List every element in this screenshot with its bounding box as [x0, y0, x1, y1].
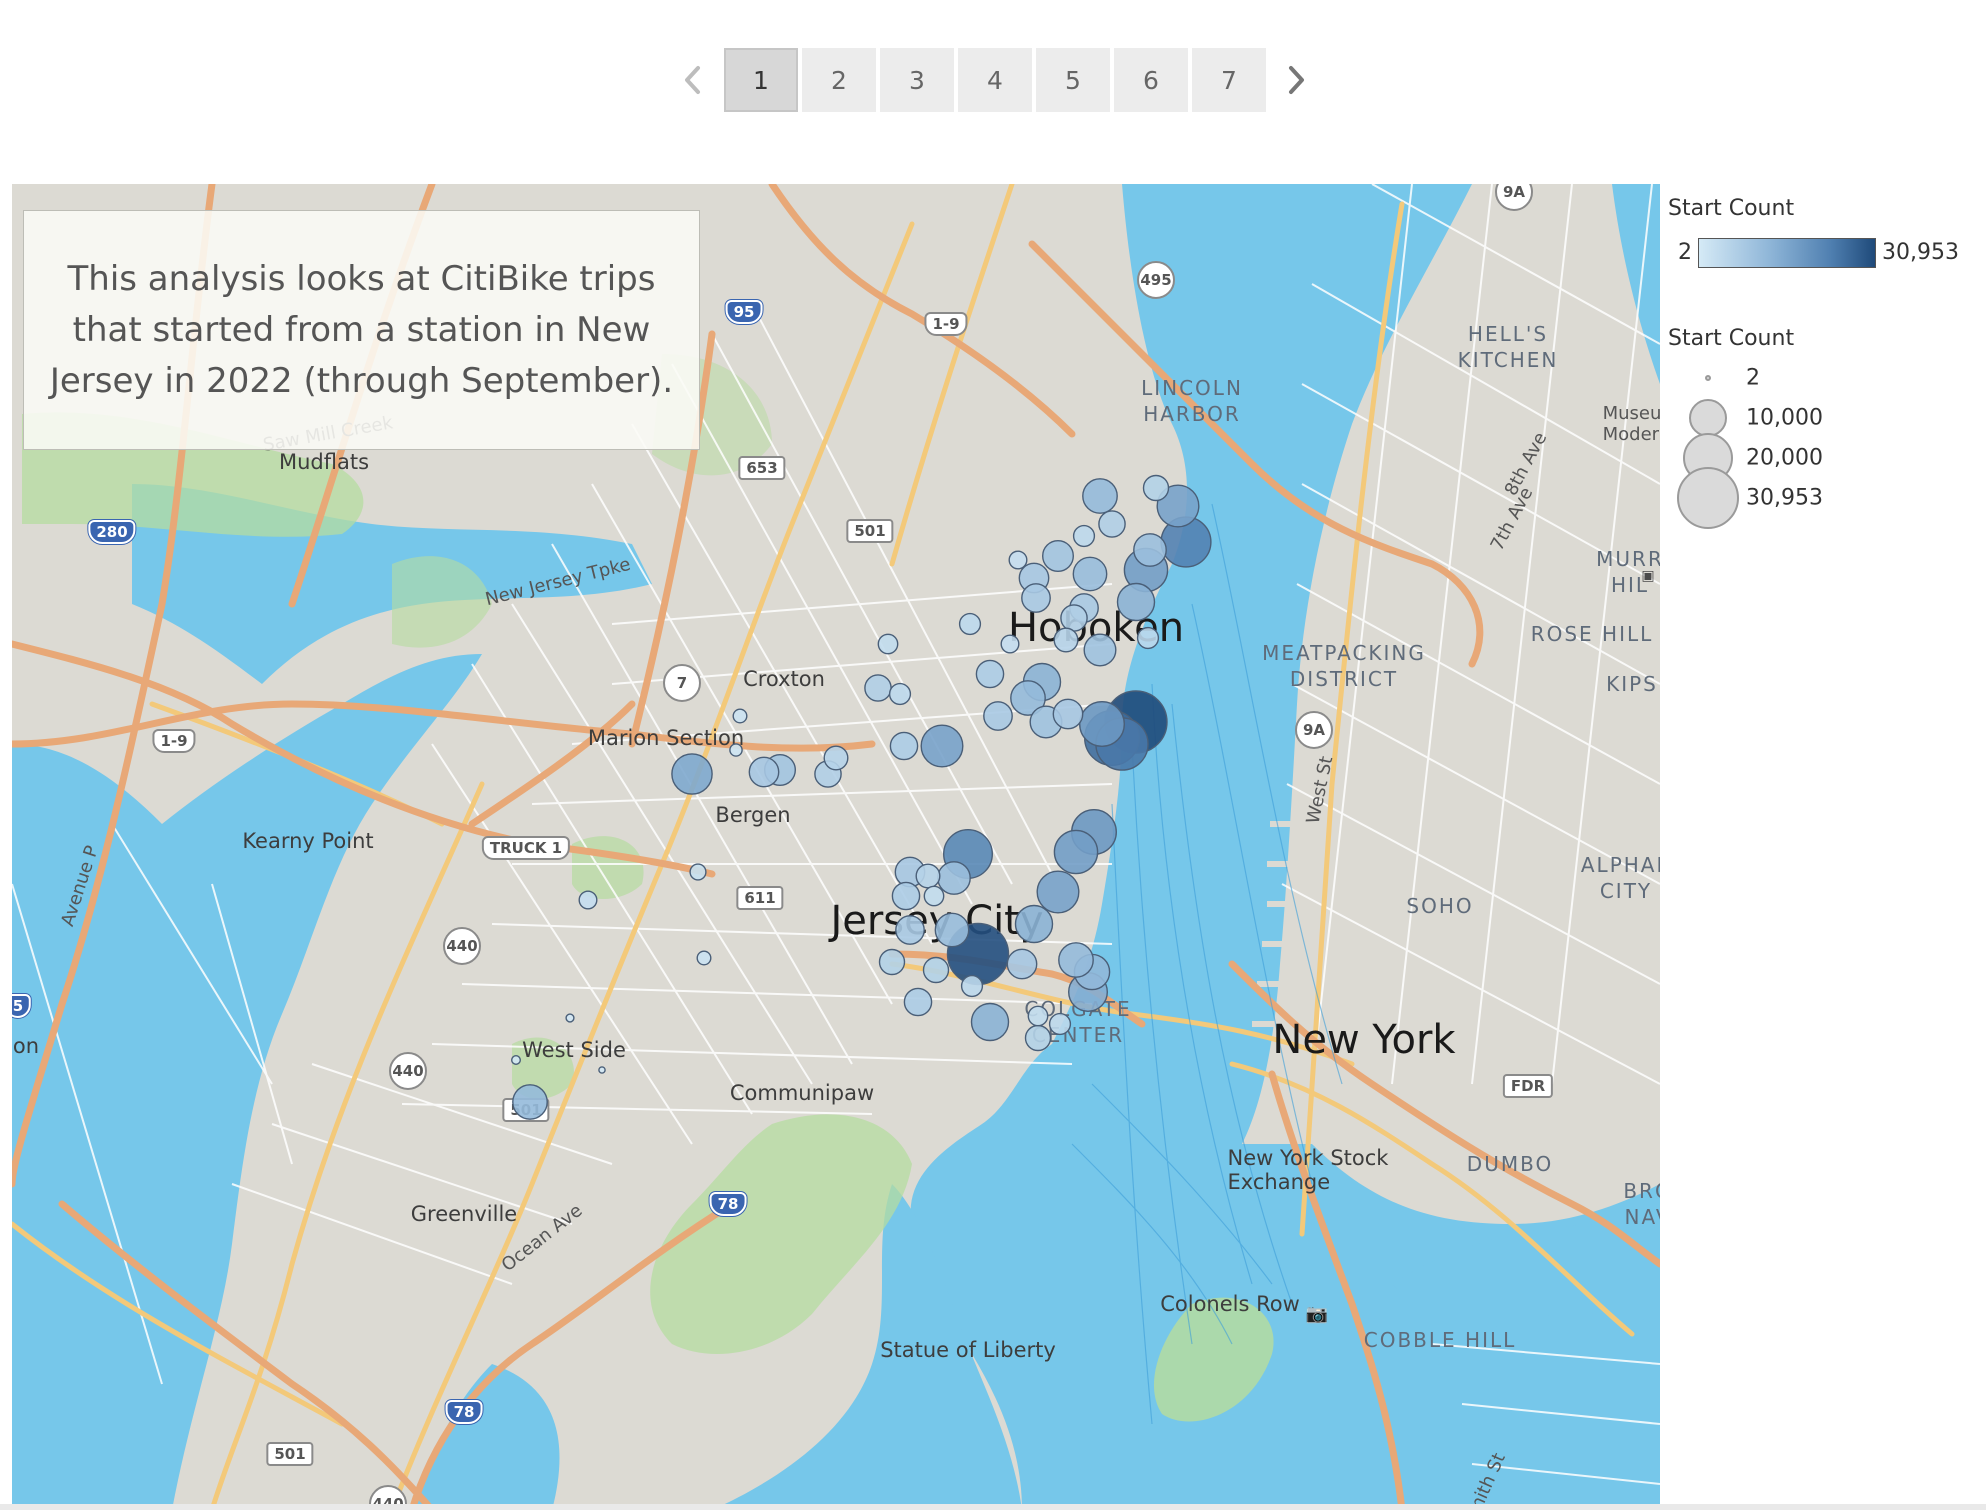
station-circle[interactable] [1060, 604, 1088, 632]
station-circle[interactable] [923, 885, 945, 907]
size-legend-label: 30,953 [1746, 485, 1823, 511]
station-circle[interactable] [1008, 550, 1028, 570]
color-legend-row: 2 30,953 [1668, 236, 1986, 270]
station-circle[interactable] [937, 861, 971, 895]
station-circle[interactable] [1024, 1024, 1052, 1052]
page-button-6[interactable]: 6 [1114, 48, 1188, 112]
station-circle[interactable] [983, 701, 1013, 731]
station-circle[interactable] [671, 753, 713, 795]
annotation-box: This analysis looks at CitiBike trips th… [23, 210, 700, 450]
station-circle[interactable] [1048, 1012, 1072, 1036]
station-circle[interactable] [512, 1084, 548, 1120]
station-circle[interactable] [895, 915, 925, 945]
station-circle[interactable] [889, 731, 919, 761]
pagination: 1 2 3 4 5 6 7 [0, 48, 1986, 112]
station-circle[interactable] [696, 950, 712, 966]
station-circle[interactable] [1058, 942, 1094, 978]
station-circle[interactable] [1072, 556, 1108, 592]
page-button-4[interactable]: 4 [958, 48, 1032, 112]
station-circle[interactable] [888, 682, 912, 706]
station-circle[interactable] [975, 659, 1005, 689]
station-circle[interactable] [1136, 626, 1160, 650]
station-circle[interactable] [1052, 698, 1084, 730]
station-circle[interactable] [578, 890, 598, 910]
station-circle[interactable] [1072, 524, 1096, 548]
station-circle[interactable] [748, 756, 780, 788]
page-button-5[interactable]: 5 [1036, 48, 1110, 112]
station-circle[interactable] [598, 1066, 606, 1074]
color-legend-max: 30,953 [1882, 240, 1959, 265]
size-legend-dot [1705, 375, 1711, 381]
station-circle[interactable] [864, 674, 892, 702]
station-circle[interactable] [689, 863, 707, 881]
station-circle[interactable] [1014, 904, 1054, 944]
color-legend-ramp [1698, 238, 1876, 268]
size-legend-label: 20,000 [1746, 445, 1823, 471]
color-legend-title: Start Count [1668, 196, 1795, 221]
station-circle[interactable] [1133, 533, 1167, 567]
station-circle[interactable] [729, 743, 743, 757]
station-circle[interactable] [1000, 634, 1020, 654]
station-circle[interactable] [877, 633, 899, 655]
color-legend: Start Count 2 30,953 [1668, 196, 1986, 268]
station-circle[interactable] [903, 987, 933, 1017]
page-button-1[interactable]: 1 [724, 48, 798, 112]
page-button-3[interactable]: 3 [880, 48, 954, 112]
station-circle[interactable] [960, 974, 984, 998]
station-circle[interactable] [958, 612, 982, 636]
size-legend-dot [1689, 399, 1727, 437]
station-circle[interactable] [1142, 474, 1170, 502]
size-legend-item: 30,953 [1668, 467, 1986, 538]
footer-bar [0, 1504, 1986, 1510]
station-circle[interactable] [920, 724, 964, 768]
chevron-left-icon[interactable] [673, 48, 713, 112]
station-circle[interactable] [1098, 510, 1126, 538]
chevron-right-icon[interactable] [1276, 48, 1316, 112]
station-circle[interactable] [511, 1055, 522, 1066]
page-button-2[interactable]: 2 [802, 48, 876, 112]
size-legend-label: 2 [1746, 365, 1760, 391]
station-circle[interactable] [732, 708, 748, 724]
station-circle[interactable] [823, 745, 849, 771]
station-circle[interactable] [891, 881, 921, 911]
color-legend-min: 2 [1678, 240, 1692, 265]
station-circle[interactable] [915, 863, 941, 889]
station-circle[interactable] [1027, 1005, 1049, 1027]
station-circle[interactable] [1082, 478, 1118, 514]
station-circle[interactable] [1041, 540, 1074, 573]
station-circle[interactable] [922, 956, 950, 984]
station-circle[interactable] [565, 1013, 575, 1023]
station-circle[interactable] [970, 1002, 1010, 1042]
size-legend: Start Count 2 10,000 20,000 30,953 [1668, 326, 1986, 529]
page-button-7[interactable]: 7 [1192, 48, 1266, 112]
station-circle[interactable] [934, 912, 970, 948]
station-circle[interactable] [1036, 870, 1080, 914]
station-circle[interactable] [1083, 633, 1117, 667]
station-circle[interactable] [1078, 701, 1125, 748]
station-circle[interactable] [1006, 948, 1038, 980]
station-circle[interactable] [1053, 627, 1079, 653]
size-legend-title: Start Count [1668, 326, 1795, 351]
size-legend-label: 10,000 [1746, 405, 1823, 431]
station-circle[interactable] [878, 948, 906, 976]
station-circle[interactable] [1053, 829, 1099, 875]
station-circle[interactable] [1021, 583, 1051, 613]
size-legend-dot [1677, 467, 1739, 529]
station-circle[interactable] [1116, 582, 1156, 622]
